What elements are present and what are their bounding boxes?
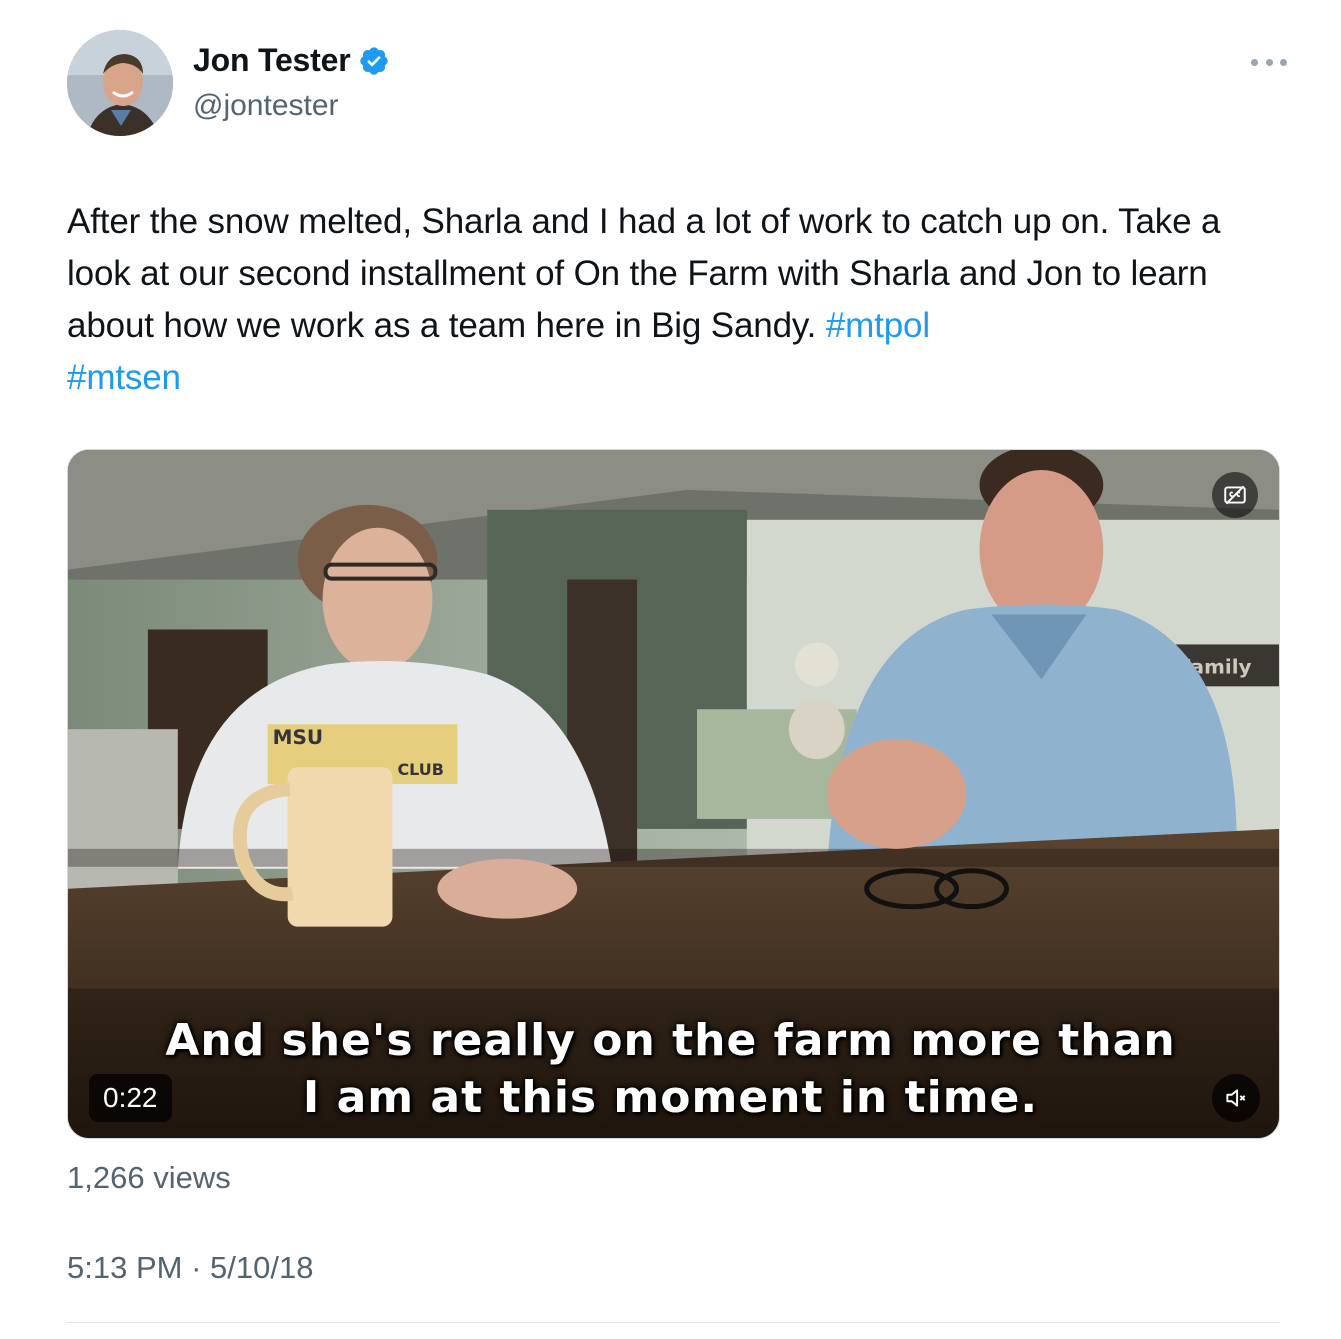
meta-separator: ·	[191, 1250, 202, 1285]
tweet-text: After the snow melted, Sharla and I had …	[67, 196, 1287, 404]
closed-captions-icon	[1224, 485, 1246, 505]
post-time[interactable]: 5:13 PM	[67, 1250, 182, 1285]
dot-icon	[1280, 58, 1287, 66]
author-block: Jon Tester @jontester	[193, 42, 390, 123]
video-player[interactable]: Family MSU CLUB	[67, 449, 1280, 1139]
handle[interactable]: @jontester	[193, 89, 390, 123]
mute-button[interactable]	[1212, 1074, 1260, 1122]
more-options-icon[interactable]	[1251, 50, 1287, 74]
dot-icon	[1265, 58, 1273, 66]
name-row: Jon Tester	[193, 42, 390, 79]
tweet: Jon Tester @jontester After the snow mel…	[0, 0, 1341, 1339]
video-frame: Family MSU CLUB	[68, 450, 1279, 1138]
hashtag-mtsen[interactable]: #mtsen	[67, 358, 181, 397]
divider	[67, 1322, 1280, 1323]
post-date[interactable]: 5/10/18	[210, 1250, 313, 1285]
tweet-body: After the snow melted, Sharla and I had …	[67, 202, 1221, 345]
verified-badge-icon[interactable]	[358, 45, 390, 77]
display-name[interactable]: Jon Tester	[193, 42, 351, 79]
dot-icon	[1251, 58, 1258, 66]
avatar[interactable]	[67, 30, 173, 136]
closed-captions-button[interactable]	[1212, 472, 1258, 518]
shirt-text: MSU	[273, 725, 323, 749]
view-count: 1,266 views	[67, 1160, 231, 1195]
timestamp[interactable]: 5:13 PM · 5/10/18	[67, 1250, 313, 1286]
hashtag-mtpol[interactable]: #mtpol	[826, 306, 930, 345]
speaker-muted-icon	[1226, 1089, 1246, 1107]
video-duration-badge: 0:22	[89, 1074, 172, 1122]
shirt-text-2: CLUB	[397, 760, 443, 779]
